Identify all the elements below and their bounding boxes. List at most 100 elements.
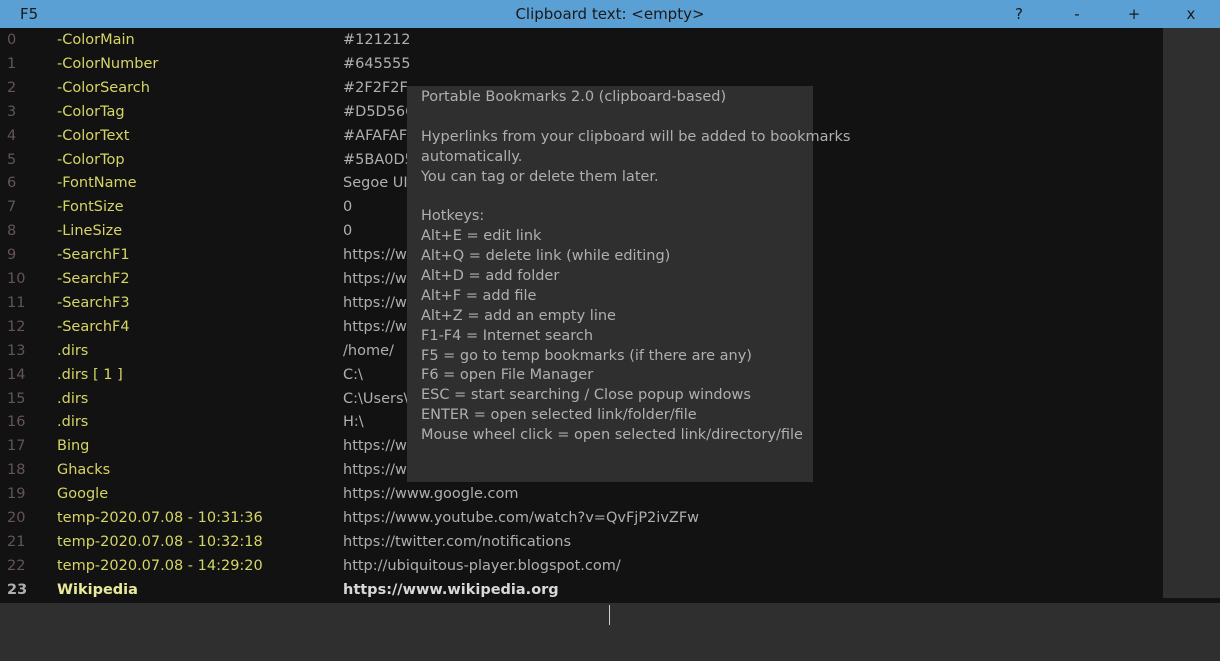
- bookmark-value: https://twitter.com/notifications: [343, 533, 572, 550]
- bookmark-tag: Google: [57, 486, 109, 503]
- bookmark-tag: -LineSize: [57, 223, 123, 240]
- bookmark-tag: -ColorTop: [57, 151, 125, 168]
- row-number: 19: [7, 486, 26, 503]
- row-number: 16: [7, 414, 26, 431]
- bookmark-value: Segoe UI: [343, 175, 408, 192]
- bookmark-value: https://www.google.com: [343, 486, 519, 503]
- search-bar[interactable]: [0, 603, 1220, 661]
- row-number: 0: [7, 32, 17, 48]
- bookmark-tag: .dirs: [57, 390, 89, 407]
- hotkey-line: ENTER = open selected link/folder/file: [421, 407, 697, 424]
- selected-bookmark-row[interactable]: 23 Wikipedia https://www.wikipedia.org: [0, 578, 1163, 602]
- hotkey-line: Mouse wheel click = open selected link/d…: [421, 427, 803, 444]
- hotkey-line: F1-F4 = Internet search: [421, 327, 594, 344]
- bookmark-tag: -FontName: [57, 175, 137, 192]
- bookmark-tag: -ColorMain: [57, 32, 135, 48]
- row-number: 3: [7, 103, 17, 120]
- bookmark-tag: -SearchF2: [57, 271, 130, 287]
- row-number: 20: [7, 510, 26, 526]
- bookmark-tag: .dirs: [57, 342, 89, 359]
- help-button[interactable]: ?: [1004, 5, 1034, 23]
- bookmark-tag: -ColorNumber: [57, 55, 159, 72]
- row-number: 14: [7, 366, 26, 383]
- bookmark-row[interactable]: 19 Google https://www.google.com: [0, 482, 1163, 506]
- bookmark-row[interactable]: 21 temp-2020.07.08 - 10:32:18 https://twit…: [0, 530, 1163, 554]
- row-number: 10: [7, 271, 26, 287]
- bookmark-value: http://ubiquitous-player.blogspot.com/: [343, 557, 621, 574]
- bookmark-tag: temp-2020.07.08 - 14:29:20: [57, 557, 263, 574]
- bookmark-value: #2F2F2F: [343, 79, 408, 96]
- popup-intro-line: You can tag or delete them later.: [421, 168, 659, 185]
- bookmark-tag: -SearchF3: [57, 294, 130, 311]
- bookmark-tag: Wikipedia: [57, 581, 138, 598]
- popup-hotkeys-heading: Hotkeys:: [421, 208, 485, 225]
- row-number: 21: [7, 533, 26, 550]
- bookmark-value: #121212: [343, 32, 411, 48]
- bookmark-row[interactable]: 1 -ColorNumber #645555: [0, 52, 1163, 76]
- row-number: 18: [7, 462, 26, 479]
- bookmark-row[interactable]: 22 temp-2020.07.08 - 14:29:20 http://ubiqu…: [0, 554, 1163, 578]
- row-number: 9: [7, 247, 17, 264]
- bookmark-tag: .dirs: [57, 414, 89, 431]
- row-number: 17: [7, 438, 26, 455]
- hotkey-line: ESC = start searching / Close popup wind…: [421, 387, 751, 404]
- row-number: 8: [7, 223, 17, 240]
- bookmark-tag: -ColorTag: [57, 103, 125, 120]
- row-number: 22: [7, 557, 26, 574]
- bookmark-value: https://www.youtube.com/watch?v=QvFjP2iv…: [343, 510, 700, 526]
- bookmarks-app: F5 Clipboard text: <empty> ? - + x 0 -Col…: [0, 0, 1220, 661]
- hotkey-line: Alt+Z = add an empty line: [421, 307, 616, 324]
- row-number: 13: [7, 342, 26, 359]
- bookmark-tag: temp-2020.07.08 - 10:31:36: [57, 510, 263, 526]
- bookmark-row[interactable]: 0 -ColorMain #121212: [0, 28, 1163, 52]
- hotkey-line: Alt+D = add folder: [421, 268, 560, 285]
- bookmark-value: #AFAFAF: [343, 127, 408, 144]
- help-popup: Portable Bookmarks 2.0 (clipboard-based)…: [407, 86, 851, 482]
- bookmark-tag: -ColorText: [57, 127, 130, 144]
- bookmark-value: #D5D566: [343, 103, 415, 120]
- clipboard-status-title: Clipboard text: <empty>: [515, 5, 705, 23]
- bookmark-tag: -SearchF1: [57, 247, 130, 264]
- row-number: 2: [7, 79, 17, 96]
- row-number: 5: [7, 151, 17, 168]
- scrollbar[interactable]: [1163, 28, 1220, 598]
- bookmark-value: #645555: [343, 55, 411, 72]
- row-number: 7: [7, 199, 17, 216]
- bookmark-tag: -SearchF4: [57, 318, 130, 335]
- bookmark-tag: temp-2020.07.08 - 10:32:18: [57, 533, 263, 550]
- bookmark-value: #5BA0D5: [343, 151, 414, 168]
- row-number: 15: [7, 390, 26, 407]
- row-number: 12: [7, 318, 26, 335]
- bookmark-tag: -ColorSearch: [57, 79, 150, 96]
- popup-title: Portable Bookmarks 2.0 (clipboard-based): [421, 89, 727, 105]
- text-caret: [609, 605, 610, 625]
- bookmark-value: /home/: [343, 342, 394, 359]
- bookmark-value: C:\: [343, 366, 363, 383]
- popup-intro-line: automatically.: [421, 148, 523, 165]
- hotkey-line: F6 = open File Manager: [421, 367, 594, 384]
- popup-intro-line: Hyperlinks from your clipboard will be a…: [421, 128, 851, 145]
- title-bar: F5 Clipboard text: <empty> ? - + x: [0, 0, 1220, 28]
- bookmark-row[interactable]: 20 temp-2020.07.08 - 10:31:36 https://www.…: [0, 506, 1163, 530]
- bookmark-tag: Ghacks: [57, 462, 111, 479]
- bookmark-value: https://www.wikipedia.org: [343, 581, 559, 598]
- hotkey-line: Alt+E = edit link: [421, 228, 542, 245]
- hotkey-line: Alt+Q = delete link (while editing): [421, 248, 671, 265]
- row-number: 23: [7, 581, 28, 598]
- bookmark-value: H:\: [343, 414, 364, 431]
- row-number: 4: [7, 127, 17, 144]
- row-number: 1: [7, 55, 17, 72]
- row-number: 6: [7, 175, 17, 192]
- hotkey-line: Alt+F = add file: [421, 287, 537, 304]
- row-number: 11: [7, 294, 26, 311]
- bookmark-tag: -FontSize: [57, 199, 124, 216]
- zoom-in-button[interactable]: +: [1119, 5, 1149, 23]
- close-button[interactable]: x: [1176, 5, 1206, 23]
- hotkey-line: F5 = go to temp bookmarks (if there are …: [421, 347, 752, 364]
- bookmark-value: 0: [343, 223, 353, 240]
- bookmark-value: 0: [343, 199, 353, 216]
- temp-bookmarks-button[interactable]: F5: [20, 5, 38, 23]
- bookmark-tag: .dirs [ 1 ]: [57, 366, 123, 383]
- bookmark-tag: Bing: [57, 438, 90, 455]
- zoom-out-button[interactable]: -: [1062, 5, 1092, 23]
